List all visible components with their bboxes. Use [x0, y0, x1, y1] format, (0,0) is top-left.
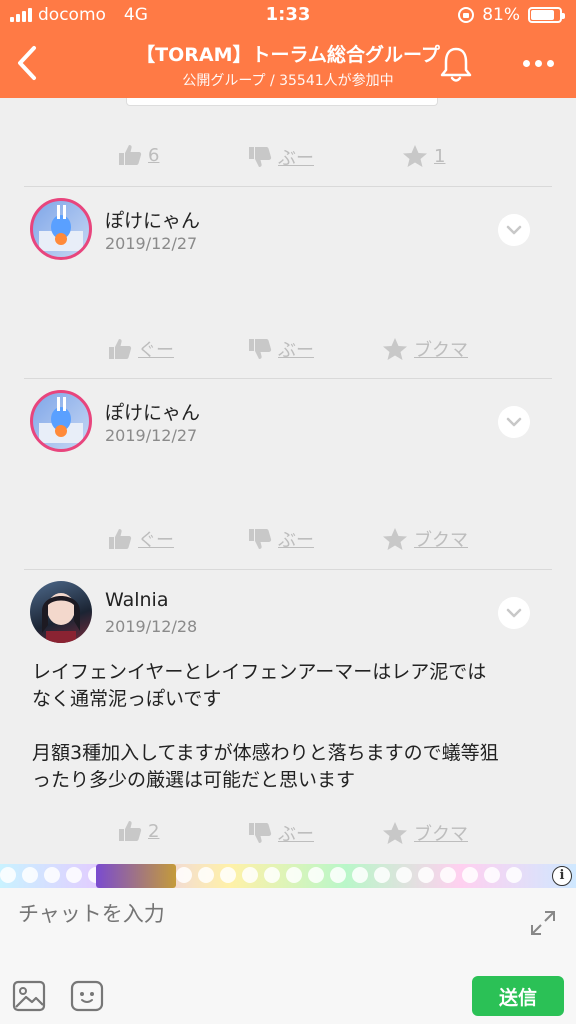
thumbs-down-icon: [249, 339, 272, 359]
author-name[interactable]: ぽけにゃん: [105, 398, 200, 425]
send-button[interactable]: 送信: [472, 976, 564, 1016]
boo-label: ぶー: [278, 824, 314, 845]
boo-button[interactable]: ぶー: [248, 336, 314, 362]
chevron-down-icon[interactable]: [498, 406, 530, 438]
post-body-line: レイフェンイヤーとレイフェンアーマーはレア泥では: [32, 661, 487, 683]
previous-post-card: [126, 98, 438, 106]
like-count: 2: [148, 820, 160, 842]
thumbs-up-icon: [119, 145, 142, 165]
avatar[interactable]: [30, 198, 92, 260]
like-count: 6: [148, 144, 160, 166]
banner-decoration: [0, 867, 522, 883]
like-button[interactable]: ぐー: [108, 336, 174, 362]
post-body-line: ったり多少の厳選は可能だと思います: [32, 769, 356, 791]
status-bar: docomo 4G 1:33 81%: [0, 0, 576, 30]
author-name[interactable]: Walnia: [105, 589, 168, 611]
action-row: 2 ぶー ブクマ: [0, 820, 576, 860]
post-body-line: なく通常泥っぽいです: [32, 688, 222, 710]
bookmark-button[interactable]: ブクマ: [382, 336, 468, 362]
action-row: ぐー ぶー ブクマ: [0, 336, 576, 376]
post-body-line: 月額3種加入してますが体感わりと落ちますので蟻等狙: [32, 742, 499, 764]
bookmark-button[interactable]: ブクマ: [382, 820, 468, 846]
chevron-down-icon[interactable]: [498, 597, 530, 629]
like-label: ぐー: [138, 530, 174, 551]
avatar[interactable]: [30, 390, 92, 452]
status-right: 81%: [458, 5, 565, 25]
divider: [24, 378, 552, 379]
bookmark-label: ブクマ: [414, 340, 468, 361]
thumbs-up-icon: [109, 529, 132, 549]
boo-button[interactable]: ぶー: [248, 526, 314, 552]
bell-icon[interactable]: [438, 44, 474, 84]
author-name[interactable]: ぽけにゃん: [105, 206, 200, 233]
star-icon: [383, 528, 407, 550]
avatar[interactable]: [30, 581, 92, 643]
app-header: docomo 4G 1:33 81% 【TORAM】トーラム総合グループ 公開グ…: [0, 0, 576, 98]
battery-percent: 81%: [482, 5, 520, 25]
expand-icon[interactable]: [530, 910, 556, 936]
thumbs-up-icon: [109, 339, 132, 359]
post-date: 2019/12/27: [105, 234, 198, 253]
more-icon[interactable]: [523, 60, 554, 67]
boo-label: ぶー: [278, 530, 314, 551]
ad-banner[interactable]: i: [0, 864, 576, 888]
banner-character-image: [96, 864, 176, 888]
like-button[interactable]: ぐー: [108, 526, 174, 552]
boo-label: ぶー: [278, 340, 314, 361]
group-title-block[interactable]: 【TORAM】トーラム総合グループ 公開グループ / 35541人が参加中: [80, 40, 496, 90]
thumbs-down-icon: [249, 147, 272, 167]
boo-button[interactable]: ぶー: [248, 820, 314, 846]
star-icon: [403, 145, 427, 167]
ad-info-icon[interactable]: i: [552, 866, 572, 886]
battery-icon: [528, 7, 565, 23]
chat-composer: 送信: [0, 888, 576, 1024]
post-body: レイフェンイヤーとレイフェンアーマーはレア泥では なく通常泥っぽいです 月額3種…: [32, 659, 542, 794]
bookmark-button[interactable]: ブクマ: [382, 526, 468, 552]
post-body-blank: [32, 713, 542, 740]
message-list[interactable]: 6 ぶー 1 ぽけにゃん 2019/12/27 ぐー ぶー ブクマ ぽけにゃん …: [0, 98, 576, 864]
action-row: ぐー ぶー ブクマ: [0, 526, 576, 566]
image-icon[interactable]: [12, 980, 46, 1012]
thumbs-down-icon: [249, 529, 272, 549]
post-date: 2019/12/27: [105, 426, 198, 445]
divider: [24, 186, 552, 187]
nav-bar: 【TORAM】トーラム総合グループ 公開グループ / 35541人が参加中: [0, 30, 576, 98]
bookmark-button[interactable]: 1: [402, 144, 445, 168]
star-icon: [383, 338, 407, 360]
orientation-lock-icon: [458, 7, 475, 23]
like-button[interactable]: 2: [118, 820, 159, 842]
thumbs-down-icon: [249, 823, 272, 843]
action-row: 6 ぶー 1: [0, 144, 576, 184]
stamp-icon[interactable]: [70, 980, 104, 1012]
post-date: 2019/12/28: [105, 617, 198, 636]
bookmark-label: ブクマ: [414, 530, 468, 551]
bookmark-label: ブクマ: [414, 824, 468, 845]
boo-label: ぶー: [278, 148, 314, 169]
chevron-down-icon[interactable]: [498, 214, 530, 246]
like-button[interactable]: 6: [118, 144, 159, 166]
back-icon[interactable]: [10, 40, 46, 86]
group-title: 【TORAM】トーラム総合グループ: [136, 44, 440, 66]
chat-input[interactable]: [18, 902, 498, 926]
divider: [24, 569, 552, 570]
bookmark-count: 1: [434, 145, 446, 167]
star-icon: [383, 822, 407, 844]
thumbs-up-icon: [119, 821, 142, 841]
like-label: ぐー: [138, 340, 174, 361]
group-subtitle: 公開グループ / 35541人が参加中: [182, 73, 394, 89]
boo-button[interactable]: ぶー: [248, 144, 314, 170]
